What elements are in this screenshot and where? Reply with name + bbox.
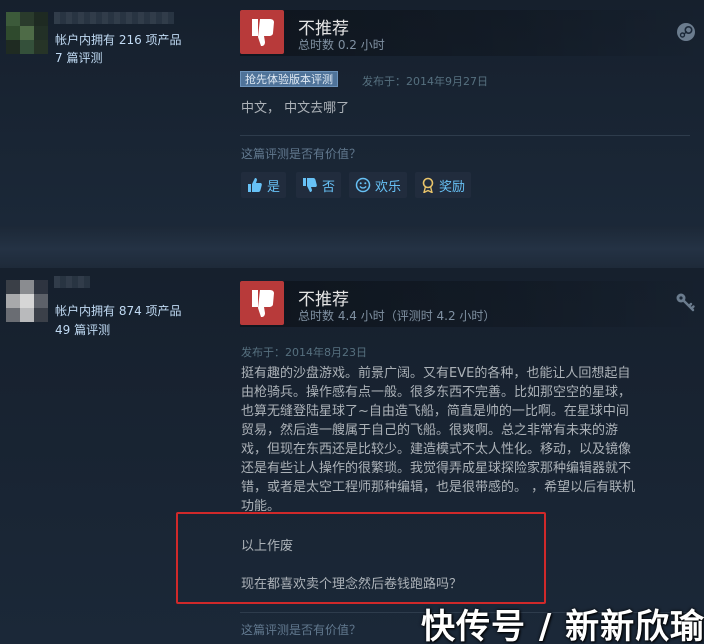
account-review-count[interactable]: 49 篇评测 [55,321,110,338]
review-separator [0,226,704,268]
vote-yes-button[interactable]: 是 [241,172,287,198]
avatar[interactable] [6,12,48,54]
helpful-prompt: 这篇评测是否有价值？ [241,623,362,637]
award-icon [422,177,434,193]
early-access-badge: 抢先体验版本评测 [240,71,338,87]
review-body: 中文， 中文去哪了 [241,99,349,118]
review-text-line: 贸易，然后造一艘属于自己的飞船。很爽啊。总之非常有未来的游 [241,423,619,438]
playtime: 总时数 0.2 小时 [298,38,385,52]
divider [240,135,690,136]
review-text-line: 由枪骑兵。操作感有点一般。很多东西不完善。比如那空空的星球， [241,385,632,400]
review-text-line: 错，或者是太空工程师那种编辑，也是很带感的。 ，希望以后有联机 [241,480,636,495]
thumbs-up-icon [248,178,262,192]
review-text-line: 中文， 中文去哪了 [241,101,350,116]
vote-no-label: 否 [322,179,336,195]
highlight-box [176,512,546,604]
award-label: 奖励 [439,179,466,195]
account-review-count[interactable]: 7 篇评测 [55,49,102,66]
helpful-prompt: 这篇评测是否有价值？ [241,147,362,161]
account-products[interactable]: 帐户内拥有 874 项产品 [55,302,182,319]
username-redacted[interactable] [54,12,174,24]
award-button[interactable]: 奖励 [415,172,472,198]
thumbs-down-icon [240,10,284,54]
review-text-line: 挺有趣的沙盘游戏。前景广阔。又有EVE的各种，也能让人回想起自 [241,366,631,381]
review-card: 帐户内拥有 216 项产品 7 篇评测 不推荐 总时数 0.2 小时 抢先体验版… [0,0,704,226]
thumbs-down-icon [240,281,284,325]
account-products[interactable]: 帐户内拥有 216 项产品 [55,31,182,48]
posted-date: 发布于：2014年9月27日 [362,75,488,88]
vote-funny-button[interactable]: 欢乐 [349,172,408,198]
smile-icon [355,177,371,193]
review-text-line: 戏，但现在东西还是比较少。建造模式不太人性化。移动，以及镜像 [241,442,632,457]
steam-icon [676,22,696,46]
username-redacted[interactable] [54,276,90,288]
vote-funny-label: 欢乐 [375,179,402,195]
playtime: 总时数 4.4 小时（评测时 4.2 小时） [298,309,496,323]
vote-no-button[interactable]: 否 [296,172,342,198]
thumbs-down-small-icon [303,178,317,192]
review-body: 挺有趣的沙盘游戏。前景广阔。又有EVE的各种，也能让人回想起自 由枪骑兵。操作感… [241,364,635,516]
verdict-header[interactable]: 不推荐 总时数 4.4 小时（评测时 4.2 小时） [240,281,704,327]
posted-date: 发布于：2014年8月23日 [241,346,367,359]
key-icon [674,291,696,317]
avatar[interactable] [6,280,48,322]
vote-yes-label: 是 [267,179,281,195]
review-text-line: 也算无缝登陆星球了~自由造飞船，简直是帅的一比啊。在星球中间 [241,404,629,419]
review-text-line: 还是有些让人操作的很繁琐。我觉得弄成星球探险家那种编辑器就不 [241,461,632,476]
watermark: 快传号 / 新新欣瑜 [421,607,704,644]
verdict-header[interactable]: 不推荐 总时数 0.2 小时 [240,10,704,56]
